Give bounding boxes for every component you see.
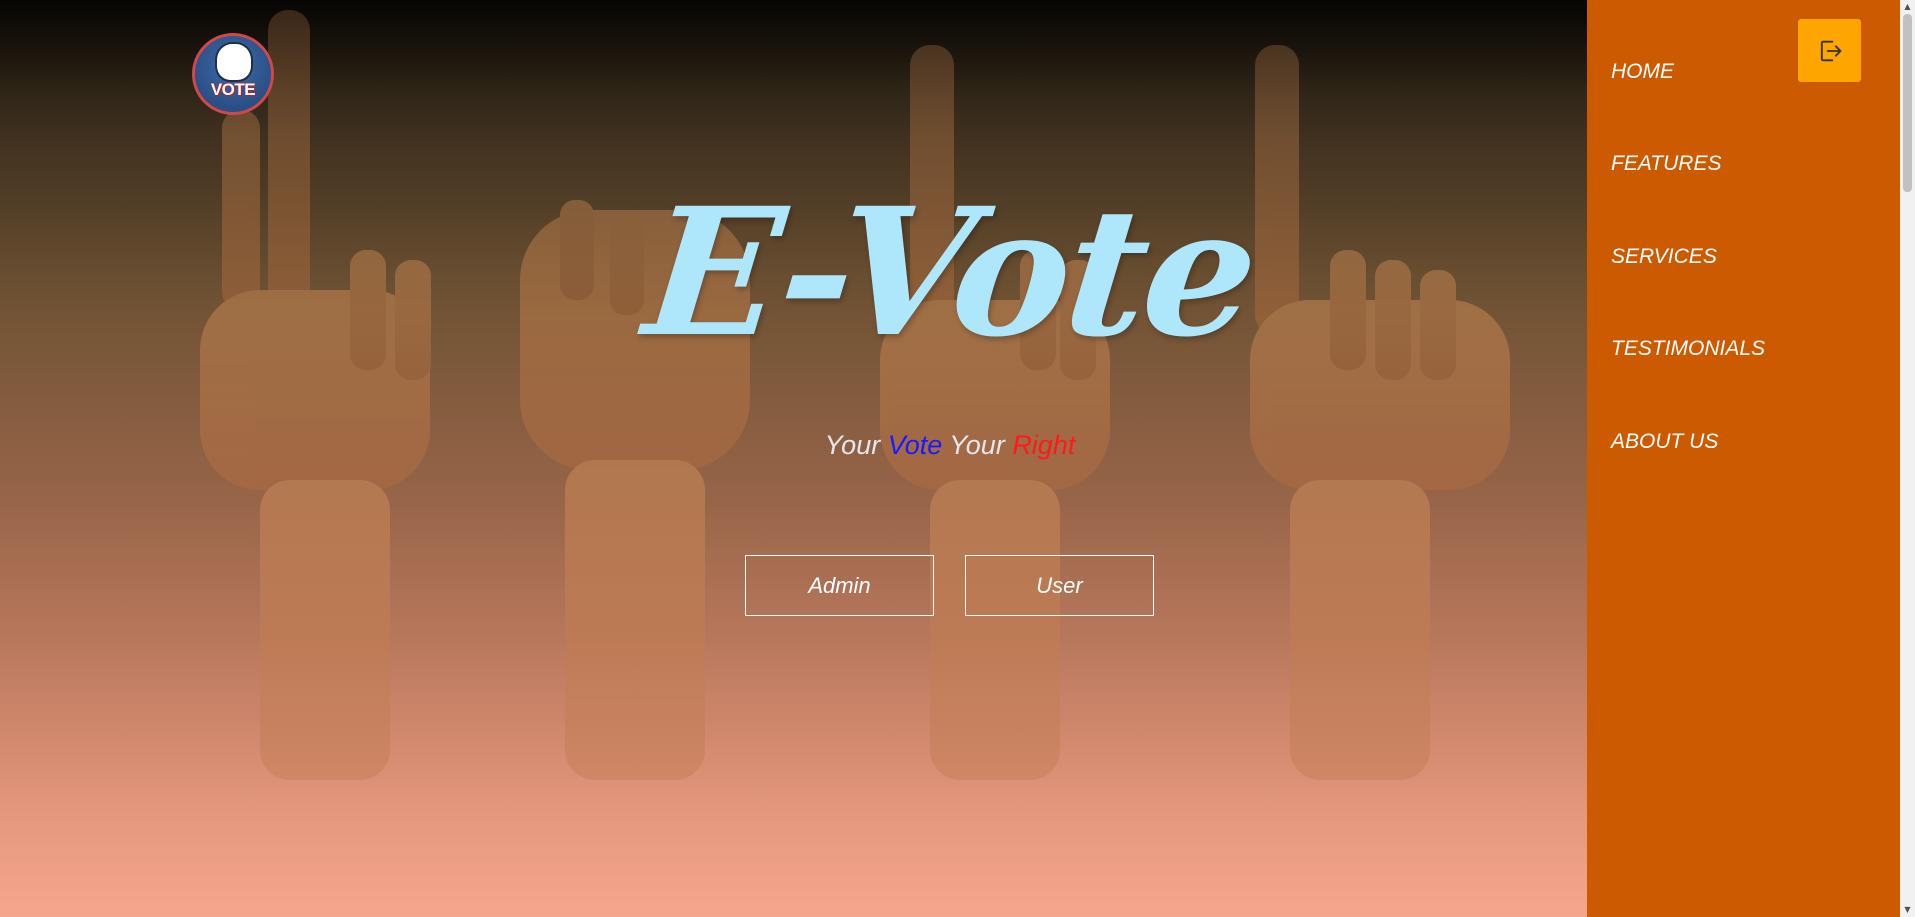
- hero-tagline: Your Vote Your Right: [0, 430, 1587, 461]
- sidebar-item-home[interactable]: HOME: [1611, 60, 1674, 84]
- user-button[interactable]: User: [965, 555, 1154, 616]
- tagline-your-1: Your: [824, 430, 888, 460]
- sidebar-item-about-us[interactable]: ABOUT US: [1611, 430, 1718, 454]
- tagline-vote: Vote: [887, 430, 943, 460]
- admin-button[interactable]: Admin: [745, 555, 934, 616]
- scroll-thumb[interactable]: [1903, 14, 1912, 192]
- sidebar-nav: HOME FEATURES SERVICES TESTIMONIALS ABOU…: [1587, 0, 1900, 917]
- sidebar-item-features[interactable]: FEATURES: [1611, 152, 1721, 176]
- logout-icon: [1820, 40, 1841, 61]
- logout-button[interactable]: [1798, 19, 1861, 82]
- tagline-right: Right: [1012, 430, 1076, 460]
- page-scrollbar[interactable]: ▲ ▼: [1900, 0, 1915, 917]
- hero-section: VOTE E-Vote Your Vote Your Right Admin U…: [0, 0, 1587, 917]
- tagline-your-2: Your: [942, 430, 1013, 460]
- hero-title: E-Vote: [636, 169, 1264, 376]
- scroll-down-arrow-icon[interactable]: ▼: [1900, 903, 1915, 917]
- vote-logo[interactable]: VOTE: [192, 33, 274, 115]
- page: VOTE E-Vote Your Vote Your Right Admin U…: [0, 0, 1915, 917]
- sidebar-item-testimonials[interactable]: TESTIMONIALS: [1611, 337, 1765, 361]
- logo-text: VOTE: [210, 80, 256, 99]
- scroll-up-arrow-icon[interactable]: ▲: [1900, 0, 1915, 14]
- sidebar-item-services[interactable]: SERVICES: [1611, 245, 1717, 269]
- pointing-hand-icon: [215, 42, 253, 82]
